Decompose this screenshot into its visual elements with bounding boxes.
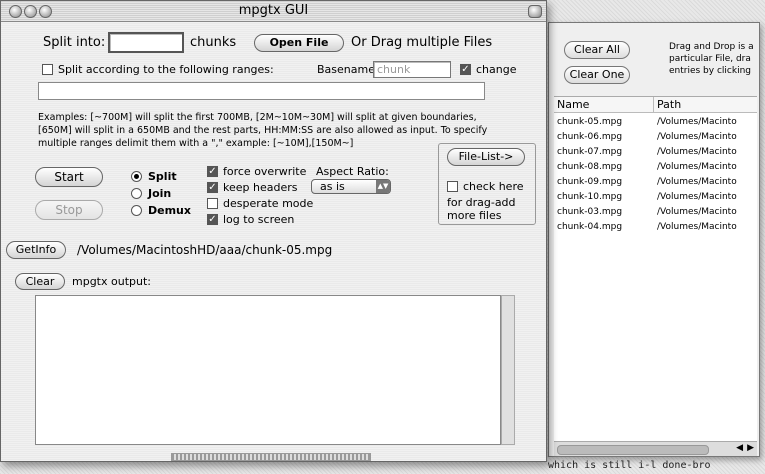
file-list-button[interactable]: File-List-> [447,148,525,166]
clear-all-button[interactable]: Clear All [564,41,630,59]
split-into-label: Split into: [43,35,106,50]
file-path-cell: /Volumes/Macinto [657,162,737,172]
progress-indicator [171,453,371,461]
option-checkbox-keep-headers[interactable]: ✓ [207,182,218,193]
file-path-cell: /Volumes/Macinto [657,222,737,232]
option-checkbox-log-to-screen[interactable]: ✓ [207,214,218,225]
getinfo-path: /Volumes/MacintoshHD/aaa/chunk-05.mpg [77,243,333,257]
chunks-count-input[interactable] [108,32,184,53]
file-name-cell: chunk-08.mpg [557,162,623,172]
check-here-label: check here [463,180,524,193]
split-ranges-label: Split according to the following ranges: [58,63,274,76]
option-label-force-overwrite: force overwrite [223,165,307,178]
file-list-row[interactable]: chunk-10.mpg/Volumes/Macinto [554,190,757,204]
stop-button[interactable]: Stop [35,200,103,220]
file-name-cell: chunk-03.mpg [557,207,623,217]
toolbar-toggle-icon[interactable] [528,5,542,18]
option-label-log-to-screen: log to screen [223,213,295,226]
option-checkbox-desperate-mode[interactable] [207,198,218,209]
file-list-row[interactable]: chunk-05.mpg/Volumes/Macinto [554,115,757,129]
file-path-cell: /Volumes/Macinto [657,117,737,127]
file-name-cell: chunk-09.mpg [557,177,623,187]
file-name-cell: chunk-06.mpg [557,132,623,142]
aspect-ratio-label: Aspect Ratio: [316,165,389,178]
file-path-cell: /Volumes/Macinto [657,192,737,202]
horizontal-scrollbar[interactable]: ◀ ▶ [554,441,757,456]
drag-add-checkbox[interactable] [447,181,458,192]
file-list-table[interactable]: Name Path chunk-05.mpg/Volumes/Macinto ch… [554,96,757,442]
mode-radio-join[interactable] [131,188,142,199]
output-vertical-scrollbar[interactable] [501,295,515,445]
output-label: mpgtx output: [72,275,151,288]
change-checkbox[interactable]: ✓ [460,64,471,75]
chunks-label: chunks [190,35,237,50]
file-path-cell: /Volumes/Macinto [657,147,737,157]
file-list-row[interactable]: chunk-07.mpg/Volumes/Macinto [554,145,757,159]
start-button[interactable]: Start [35,167,103,187]
split-ranges-checkbox[interactable] [42,64,53,75]
title-bar[interactable]: mpgtx GUI [1,1,546,22]
file-list-row[interactable]: chunk-08.mpg/Volumes/Macinto [554,160,757,174]
clear-output-button[interactable]: Clear [15,273,65,290]
mode-label-join: Join [148,187,172,200]
output-textarea[interactable] [35,295,501,445]
change-label: change [476,63,517,76]
mpgtx-main-window: mpgtx GUI Split into: chunks Open File O… [0,0,547,462]
file-list-group: File-List-> check here for drag-add more… [438,143,536,225]
scroll-right-arrow-icon[interactable]: ▶ [747,443,754,453]
file-list-row[interactable]: chunk-09.mpg/Volumes/Macinto [554,175,757,189]
file-path-cell: /Volumes/Macinto [657,207,737,217]
file-name-cell: chunk-07.mpg [557,147,623,157]
option-label-desperate-mode: desperate mode [223,197,314,210]
option-checkbox-force-overwrite[interactable]: ✓ [207,166,218,177]
clear-one-button[interactable]: Clear One [564,66,630,84]
popup-arrows-icon: ▲▼ [376,180,390,193]
file-list-window: Clear All Clear One Drag and Drop is a p… [548,22,760,457]
aspect-ratio-select[interactable]: as is ▲▼ [311,179,391,194]
option-label-keep-headers: keep headers [223,181,298,194]
scroll-left-arrow-icon[interactable]: ◀ [736,443,743,453]
drag-add-label: for drag-add more files [447,196,516,222]
file-path-cell: /Volumes/Macinto [657,132,737,142]
aspect-ratio-value: as is [320,180,345,193]
file-path-cell: /Volumes/Macinto [657,177,737,187]
file-name-cell: chunk-04.mpg [557,222,623,232]
ranges-input[interactable] [38,82,485,100]
basename-label: Basename: [317,63,379,76]
scrollbar-thumb[interactable] [557,445,709,455]
file-list-row[interactable]: chunk-03.mpg/Volumes/Macinto [554,205,757,219]
background-terminal-text: which is still i-l done-bro [548,460,711,471]
mode-radio-demux[interactable] [131,205,142,216]
drag-files-label: Or Drag multiple Files [351,35,493,50]
column-header-path[interactable]: Path [654,97,757,113]
drag-drop-hint: Drag and Drop is a particular File, dra … [669,42,754,76]
file-name-cell: chunk-10.mpg [557,192,623,202]
file-list-row[interactable]: chunk-06.mpg/Volumes/Macinto [554,130,757,144]
mode-radio-split[interactable] [131,171,142,182]
column-header-name[interactable]: Name [554,97,654,113]
file-name-cell: chunk-05.mpg [557,117,623,127]
mode-label-demux: Demux [148,204,191,217]
basename-input[interactable]: chunk [373,61,451,78]
window-title: mpgtx GUI [238,3,309,18]
file-list-row[interactable]: chunk-04.mpg/Volumes/Macinto [554,220,757,234]
open-file-button[interactable]: Open File [254,34,344,52]
getinfo-button[interactable]: GetInfo [6,241,66,259]
mode-label-split: Split [148,170,177,183]
